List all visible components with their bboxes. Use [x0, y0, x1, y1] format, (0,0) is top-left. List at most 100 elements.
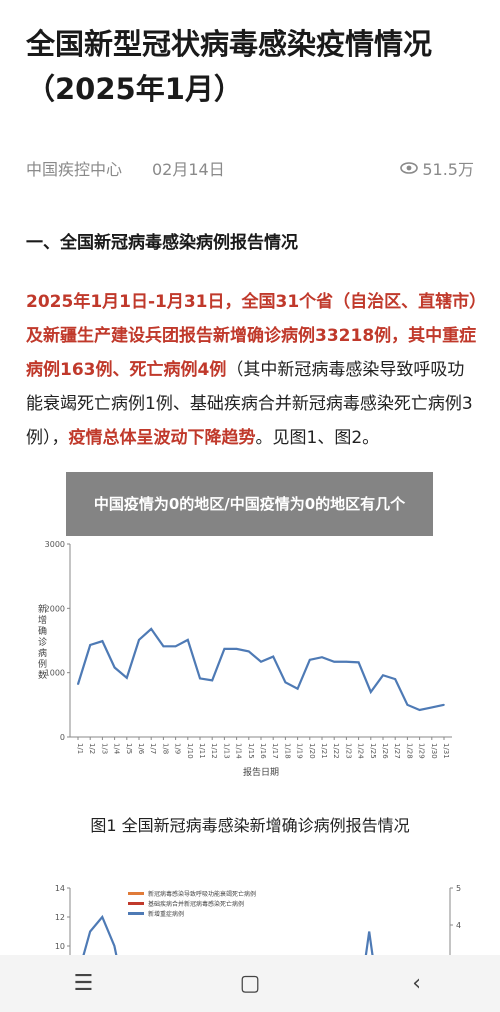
y-tick-label: 1000	[45, 669, 65, 678]
x-tick-label: 1/10	[186, 743, 194, 759]
source-label[interactable]: 中国疾控中心	[26, 156, 122, 180]
series-line	[76, 627, 445, 712]
home-icon[interactable]: ▢	[220, 964, 280, 1004]
x-tick-label: 1/29	[418, 743, 426, 759]
legend-swatch	[128, 902, 144, 905]
x-tick-label: 1/16	[259, 743, 267, 759]
data-point	[77, 683, 79, 686]
overlay-banner[interactable]: 中国疫情为0的地区/中国疫情为0的地区有几个	[66, 472, 433, 536]
y-tick-label: 3000	[45, 540, 65, 549]
y2-tick-label: 5	[456, 884, 461, 893]
menu-icon[interactable]: ☰	[53, 964, 113, 1004]
y-tick-label: 0	[60, 733, 65, 742]
x-tick-label: 1/4	[113, 743, 121, 755]
body-paragraph: 2025年1月1日-1月31日，全国31个省（自治区、直辖市）及新疆生产建设兵团…	[26, 285, 478, 455]
article-meta: 中国疾控中心 02月14日 51.5万	[26, 156, 474, 180]
x-tick-label: 1/22	[332, 743, 340, 759]
views-counter: 51.5万	[400, 156, 474, 180]
x-tick-label: 1/6	[137, 743, 145, 755]
x-tick-label: 1/18	[283, 743, 291, 759]
x-tick-label: 1/8	[161, 743, 169, 754]
data-point	[126, 677, 128, 679]
data-point	[89, 644, 91, 646]
legend-label: 基础疾病合并新冠病毒感染死亡病例	[148, 900, 244, 908]
data-point	[406, 704, 409, 706]
eye-icon	[400, 162, 419, 174]
data-point	[150, 628, 152, 630]
data-point	[101, 640, 104, 642]
x-tick-label: 1/7	[149, 743, 157, 754]
x-tick-label: 1/28	[405, 743, 413, 759]
data-point	[333, 660, 336, 663]
x-tick-label: 1/17	[271, 743, 279, 759]
series-line	[82, 914, 374, 955]
data-point	[431, 706, 433, 709]
data-point	[248, 650, 250, 653]
x-tick-label: 1/27	[393, 743, 401, 759]
x-tick-label: 1/5	[125, 743, 133, 754]
data-point	[418, 709, 421, 711]
y-tick-label: 12	[55, 913, 65, 922]
legend-label: 新增重症病例	[148, 910, 184, 918]
date-label: 02月14日	[152, 160, 225, 179]
data-point	[174, 645, 177, 648]
data-point	[113, 666, 116, 669]
x-tick-label: 1/1	[76, 743, 84, 754]
y-tick-label: 2000	[45, 604, 65, 613]
data-point	[394, 678, 397, 680]
chart-severe-deaths: 10 12 14 4 5 新冠病毒感染导致呼吸功能衰竭死亡病例基础疾病合并新冠病毒感染死亡…	[55, 884, 461, 955]
x-tick-label: 1/2	[88, 743, 96, 754]
x-axis-label: 报告日期	[243, 766, 279, 778]
section-heading: 一、全国新冠病毒感染病例报告情况	[26, 233, 298, 253]
legend-label: 新冠病毒感染导致呼吸功能衰竭死亡病例	[148, 890, 256, 898]
x-tick-label: 1/12	[210, 743, 218, 759]
data-point	[223, 648, 226, 650]
x-tick-label: 1/9	[174, 743, 182, 754]
data-point	[345, 660, 348, 663]
x-tick-label: 1/15	[247, 743, 255, 759]
data-point	[211, 679, 213, 682]
data-point	[284, 681, 287, 684]
back-icon[interactable]: ‹	[387, 964, 447, 1004]
x-tick-label: 1/24	[357, 743, 365, 759]
x-tick-label: 1/11	[198, 743, 206, 759]
data-point	[138, 639, 140, 641]
chart-new-cases: 0 1000 2000 3000 1/1 1/2 1/3 1/4 1/5 1/6 1/7 1/8 1/9…	[38, 540, 452, 778]
x-tick-label: 1/31	[442, 743, 450, 759]
data-point	[235, 648, 238, 650]
data-point	[199, 677, 201, 680]
system-nav-bar: ☰ ▢ ‹	[0, 955, 500, 1012]
y-axis-label: 新增确诊病例数	[38, 603, 47, 681]
legend-swatch	[128, 892, 144, 895]
x-tick-label: 1/30	[430, 743, 438, 759]
data-point	[309, 659, 311, 661]
x-tick-label: 1/14	[235, 743, 243, 759]
data-point	[162, 645, 165, 648]
x-tick-label: 1/25	[369, 743, 377, 759]
y2-tick-label: 4	[456, 921, 461, 930]
body-text-2: 。见图1、图2。	[255, 428, 380, 448]
x-tick-label: 1/3	[100, 743, 108, 754]
data-point	[370, 691, 372, 693]
data-point	[296, 687, 299, 690]
x-tick-label: 1/13	[222, 743, 230, 759]
data-point	[260, 660, 262, 663]
x-tick-label: 1/20	[308, 743, 316, 759]
data-point	[357, 661, 360, 664]
data-point	[187, 639, 189, 641]
data-point	[382, 674, 384, 677]
x-tick-label: 1/26	[381, 743, 389, 759]
data-point	[443, 704, 445, 706]
highlight-text-2: 疫情总体呈波动下降趋势	[68, 428, 256, 448]
x-tick-label: 1/21	[320, 743, 328, 759]
views-count: 51.5万	[422, 160, 474, 179]
x-tick-label: 1/23	[344, 743, 352, 759]
data-point	[272, 655, 274, 658]
data-point	[321, 656, 323, 659]
legend-swatch	[128, 912, 144, 915]
article-title: 全国新型冠状病毒感染疫情情况（2025年1月）	[26, 27, 433, 106]
y-tick-label: 10	[55, 942, 65, 951]
x-tick-label: 1/19	[296, 743, 304, 759]
figure1-caption: 图1 全国新冠病毒感染新增确诊病例报告情况	[90, 816, 410, 835]
y-tick-label: 14	[55, 884, 65, 893]
